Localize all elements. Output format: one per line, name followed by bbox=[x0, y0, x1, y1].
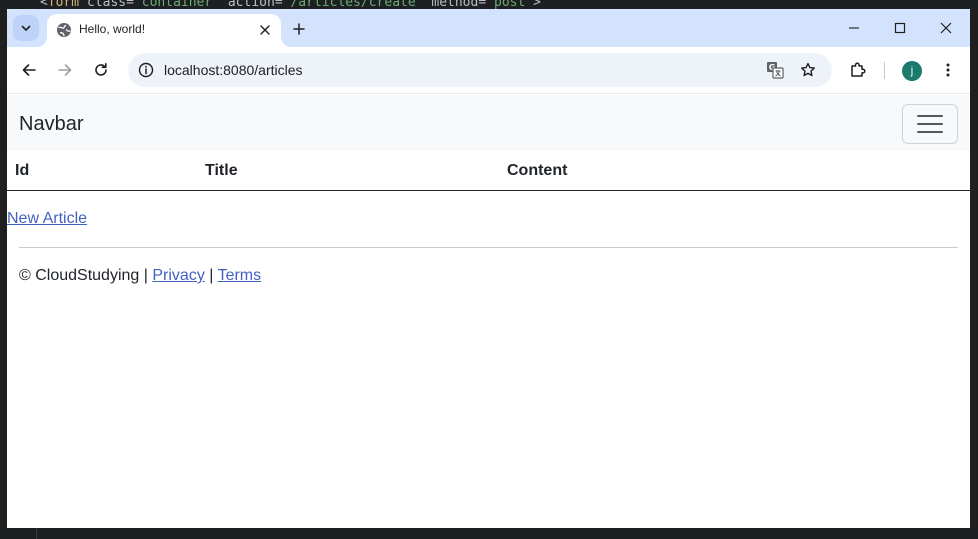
navbar-brand[interactable]: Navbar bbox=[19, 113, 83, 136]
editor-background-bottom bbox=[0, 528, 978, 539]
maximize-button[interactable] bbox=[877, 9, 923, 47]
address-bar[interactable]: localhost:8080/articles G bbox=[128, 53, 832, 87]
reload-icon bbox=[95, 63, 107, 76]
star-icon bbox=[801, 62, 815, 77]
tab-title: Hello, world! bbox=[79, 22, 146, 36]
minimize-button[interactable] bbox=[831, 9, 877, 47]
arrow-left-icon bbox=[22, 64, 36, 76]
site-info-button[interactable] bbox=[137, 61, 155, 79]
puzzle-icon bbox=[851, 62, 866, 77]
globe-icon bbox=[57, 23, 71, 37]
tab-close-button[interactable] bbox=[255, 20, 275, 40]
info-icon bbox=[138, 62, 154, 78]
plus-icon bbox=[293, 23, 305, 35]
new-article-link[interactable]: New Article bbox=[7, 210, 87, 228]
maximize-icon bbox=[894, 22, 906, 34]
close-icon bbox=[260, 25, 270, 35]
footer-divider bbox=[19, 247, 958, 248]
bookmark-button[interactable] bbox=[798, 60, 818, 80]
new-tab-button[interactable] bbox=[288, 18, 310, 40]
arrow-right-icon bbox=[58, 64, 72, 76]
articles-table-header: Id Title Content bbox=[7, 151, 970, 191]
close-icon bbox=[940, 22, 952, 34]
address-url: localhost:8080/articles bbox=[164, 62, 303, 78]
toolbar-separator bbox=[884, 62, 885, 79]
reload-button[interactable] bbox=[89, 58, 113, 82]
minimize-icon bbox=[849, 27, 859, 29]
column-header-content: Content bbox=[507, 162, 568, 179]
privacy-link[interactable]: Privacy bbox=[152, 267, 204, 284]
editor-gutter-line bbox=[36, 528, 37, 539]
hamburger-icon bbox=[917, 115, 943, 133]
menu-button[interactable] bbox=[936, 58, 960, 82]
forward-button[interactable] bbox=[53, 58, 77, 82]
column-header-id: Id bbox=[15, 162, 30, 179]
navbar: Navbar bbox=[7, 95, 970, 151]
tab-strip: Hello, world! bbox=[7, 9, 970, 47]
back-button[interactable] bbox=[17, 58, 41, 82]
navbar-toggler-button[interactable] bbox=[902, 104, 958, 144]
profile-avatar[interactable]: j bbox=[902, 61, 922, 81]
terms-link[interactable]: Terms bbox=[218, 267, 262, 284]
footer: © CloudStudying | Privacy | Terms bbox=[19, 267, 261, 285]
page-viewport: Navbar Id Title Content New Article © Cl… bbox=[7, 95, 970, 528]
translate-icon: G bbox=[767, 62, 784, 79]
browser-toolbar: localhost:8080/articles G j bbox=[7, 47, 970, 94]
translate-button[interactable]: G bbox=[765, 60, 785, 80]
chevron-down-icon bbox=[21, 25, 31, 31]
kebab-menu-icon bbox=[946, 63, 950, 77]
column-header-title: Title bbox=[205, 162, 238, 179]
tab-search-button[interactable] bbox=[13, 15, 39, 41]
footer-copyright: © CloudStudying | bbox=[19, 267, 153, 284]
footer-separator: | bbox=[204, 267, 218, 284]
close-window-button[interactable] bbox=[923, 9, 969, 47]
browser-window: Hello, world! localhost:8080/articles G … bbox=[7, 9, 970, 528]
extensions-button[interactable] bbox=[846, 58, 870, 82]
tab-active[interactable]: Hello, world! bbox=[47, 14, 281, 47]
